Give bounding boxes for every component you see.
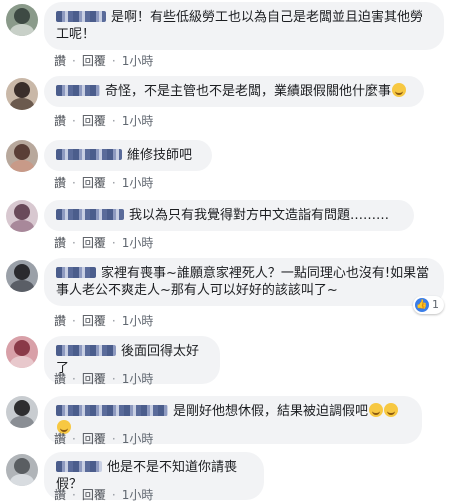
comment-bubble: 家裡有喪事~誰願意家裡死人？一點同理心也沒有!如果當事人老公不爽走人~那有人可以…	[44, 258, 444, 314]
like-link[interactable]: 讚	[54, 114, 66, 128]
reply-link[interactable]: 回覆	[82, 488, 106, 502]
like-link[interactable]: 讚	[54, 432, 66, 446]
comment-actions: 讚 · 回覆 · 1小時	[54, 236, 154, 250]
commenter-name[interactable]	[56, 209, 124, 220]
commenter-name[interactable]	[56, 345, 116, 356]
like-link[interactable]: 讚	[54, 488, 66, 502]
commenter-name[interactable]	[56, 267, 96, 278]
avatar[interactable]	[6, 396, 38, 428]
comment-actions: 讚 · 回覆 · 1小時	[54, 488, 154, 502]
comment-actions: 讚 · 回覆 · 1小時	[54, 114, 154, 128]
thumbs-up-icon: 👍	[415, 298, 429, 312]
smile-emoji-icon	[392, 83, 407, 97]
avatar[interactable]	[6, 4, 38, 36]
comment-time[interactable]: 1小時	[122, 54, 154, 68]
avatar[interactable]	[6, 260, 38, 292]
avatar[interactable]	[6, 336, 38, 368]
avatar[interactable]	[6, 454, 38, 486]
comment-text: 我以為只有我覺得對方中文造詣有問題………	[129, 208, 390, 223]
reply-link[interactable]: 回覆	[82, 114, 106, 128]
comment-time[interactable]: 1小時	[122, 176, 154, 190]
comment-actions: 讚 · 回覆 · 1小時	[54, 54, 154, 68]
comment-actions: 讚 · 回覆 · 1小時	[54, 176, 154, 190]
comment-bubble: 奇怪，不是主管也不是老闆，業績跟假關他什麼事	[44, 76, 424, 107]
commenter-name[interactable]	[56, 11, 106, 22]
comment-time[interactable]: 1小時	[122, 432, 154, 446]
like-link[interactable]: 讚	[54, 372, 66, 386]
reply-link[interactable]: 回覆	[82, 176, 106, 190]
reply-link[interactable]: 回覆	[82, 54, 106, 68]
comment-actions: 讚 · 回覆 · 1小時	[54, 432, 154, 446]
comment-bubble: 我以為只有我覺得對方中文造詣有問題………	[44, 200, 414, 231]
comment-text: 奇怪，不是主管也不是老闆，業績跟假關他什麼事	[105, 84, 392, 99]
avatar[interactable]	[6, 140, 38, 172]
avatar[interactable]	[6, 78, 38, 110]
commenter-name[interactable]	[56, 461, 102, 472]
comment-bubble: 是啊！有些低級勞工也以為自己是老闆並且迫害其他勞工呢！	[44, 2, 444, 50]
reply-link[interactable]: 回覆	[82, 432, 106, 446]
like-link[interactable]: 讚	[54, 236, 66, 250]
comment-text: 是啊！有些低級勞工也以為自己是老闆並且迫害其他勞工呢！	[56, 10, 424, 42]
comment-actions: 讚 · 回覆 · 1小時	[54, 314, 154, 328]
comment-time[interactable]: 1小時	[122, 236, 154, 250]
comment-time[interactable]: 1小時	[122, 372, 154, 386]
comment-text: 是剛好他想休假，結果被迫調假吧	[173, 404, 369, 419]
reply-link[interactable]: 回覆	[82, 314, 106, 328]
comment-time[interactable]: 1小時	[122, 114, 154, 128]
reply-link[interactable]: 回覆	[82, 372, 106, 386]
smile-emoji-icon	[369, 403, 384, 417]
smile-emoji-icon	[384, 403, 399, 417]
commenter-name[interactable]	[56, 149, 122, 160]
reply-link[interactable]: 回覆	[82, 236, 106, 250]
like-link[interactable]: 讚	[54, 54, 66, 68]
comment-text: 家裡有喪事~誰願意家裡死人？一點同理心也沒有!如果當事人老公不爽走人~那有人可以…	[56, 266, 430, 298]
reaction-badge[interactable]: 👍 1	[413, 296, 444, 314]
like-link[interactable]: 讚	[54, 176, 66, 190]
like-link[interactable]: 讚	[54, 314, 66, 328]
comment-actions: 讚 · 回覆 · 1小時	[54, 372, 154, 386]
comment-text: 維修技師吧	[127, 148, 193, 163]
reaction-count: 1	[432, 298, 439, 311]
comment-time[interactable]: 1小時	[122, 314, 154, 328]
commenter-name[interactable]	[56, 405, 168, 416]
comment-time[interactable]: 1小時	[122, 488, 154, 502]
avatar[interactable]	[6, 200, 38, 232]
comment-bubble: 維修技師吧	[44, 140, 212, 171]
commenter-name[interactable]	[56, 85, 100, 96]
